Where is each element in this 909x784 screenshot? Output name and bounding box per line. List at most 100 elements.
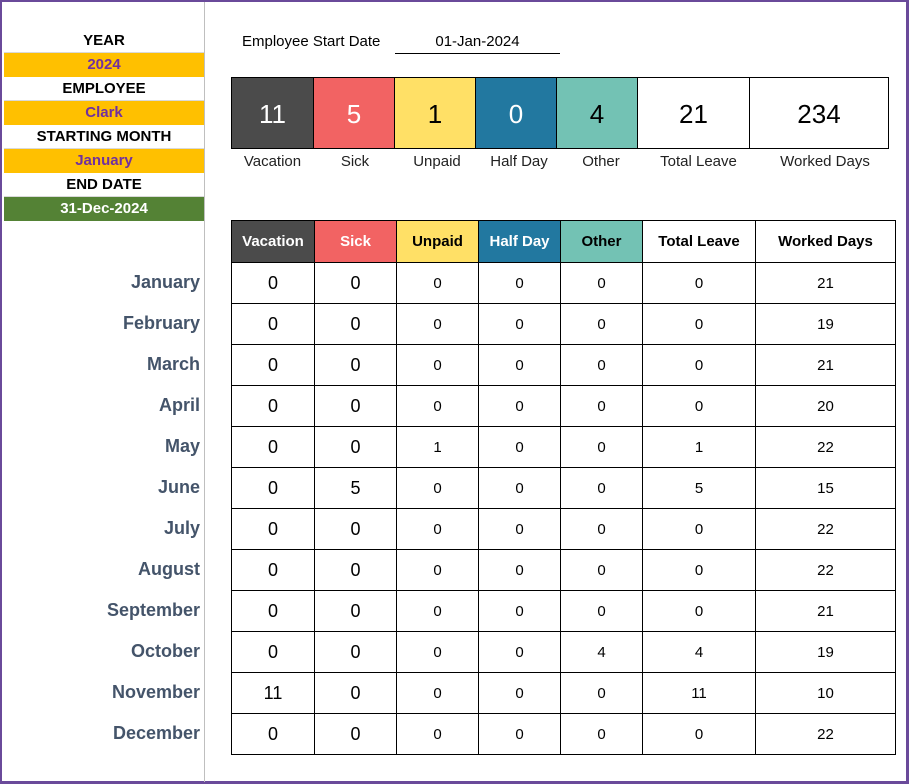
cell-worked-days: 10 xyxy=(755,672,896,714)
month-label: March xyxy=(146,354,200,374)
cell-total-leave: 1 xyxy=(642,426,756,468)
table-row: 0 0 0 0 0 0 21 xyxy=(231,344,896,386)
header-other: Other xyxy=(560,220,643,263)
cell-half-day: 0 xyxy=(478,631,561,673)
summary-half-day-label: Half Day xyxy=(490,153,548,170)
month-label: February xyxy=(122,313,200,333)
cell-other: 0 xyxy=(560,426,643,468)
cell-total-leave: 0 xyxy=(642,262,756,304)
cell-sick: 5 xyxy=(314,467,397,509)
left-panel: YEAR 2024 EMPLOYEE Clark STARTING MONTH … xyxy=(4,29,204,221)
monthly-leave-table: Vacation Sick Unpaid Half Day Other Tota… xyxy=(231,220,896,755)
cell-total-leave: 11 xyxy=(642,672,756,714)
cell-unpaid: 1 xyxy=(396,426,479,468)
cell-total-leave: 0 xyxy=(642,303,756,345)
cell-vacation: 0 xyxy=(231,426,315,468)
month-label: October xyxy=(130,641,200,661)
summary-panel: 11 5 1 0 4 21 234 Vacation Sick Unpaid H… xyxy=(231,77,895,173)
cell-half-day: 0 xyxy=(478,385,561,427)
cell-half-day: 0 xyxy=(478,508,561,550)
cell-vacation: 0 xyxy=(231,713,315,755)
cell-half-day: 0 xyxy=(478,467,561,509)
table-header-row: Vacation Sick Unpaid Half Day Other Tota… xyxy=(231,220,896,263)
table-row: 0 0 0 0 0 0 21 xyxy=(231,590,896,632)
cell-unpaid: 0 xyxy=(396,262,479,304)
cell-half-day: 0 xyxy=(478,713,561,755)
cell-half-day: 0 xyxy=(478,303,561,345)
end-date-value: 31-Dec-2024 xyxy=(4,197,204,221)
summary-vacation-label: Vacation xyxy=(243,153,302,170)
panel-divider xyxy=(204,2,205,782)
cell-vacation: 0 xyxy=(231,631,315,673)
cell-vacation: 0 xyxy=(231,590,315,632)
cell-unpaid: 0 xyxy=(396,590,479,632)
cell-total-leave: 5 xyxy=(642,467,756,509)
cell-other: 0 xyxy=(560,303,643,345)
cell-other: 0 xyxy=(560,467,643,509)
summary-half-day-value: 0 xyxy=(475,77,557,149)
cell-total-leave: 4 xyxy=(642,631,756,673)
cell-unpaid: 0 xyxy=(396,344,479,386)
table-row: 0 0 0 0 0 0 19 xyxy=(231,303,896,345)
cell-vacation: 0 xyxy=(231,508,315,550)
cell-worked-days: 21 xyxy=(755,262,896,304)
cell-sick: 0 xyxy=(314,549,397,591)
cell-worked-days: 21 xyxy=(755,344,896,386)
cell-worked-days: 20 xyxy=(755,385,896,427)
cell-total-leave: 0 xyxy=(642,549,756,591)
cell-worked-days: 22 xyxy=(755,508,896,550)
month-label: May xyxy=(164,436,200,456)
month-label: July xyxy=(163,518,200,538)
year-select[interactable]: 2024 xyxy=(4,53,204,77)
cell-worked-days: 22 xyxy=(755,713,896,755)
cell-total-leave: 0 xyxy=(642,344,756,386)
cell-other: 0 xyxy=(560,344,643,386)
cell-sick: 0 xyxy=(314,303,397,345)
cell-other: 0 xyxy=(560,262,643,304)
header-vacation: Vacation xyxy=(231,220,315,263)
cell-vacation: 0 xyxy=(231,549,315,591)
table-row: 11 0 0 0 0 11 10 xyxy=(231,672,896,714)
table-row: 0 0 0 0 0 0 22 xyxy=(231,549,896,591)
start-date-value[interactable]: 01-Jan-2024 xyxy=(395,30,560,54)
month-labels: January February March April May June Ju… xyxy=(4,262,200,754)
cell-unpaid: 0 xyxy=(396,549,479,591)
cell-vacation: 0 xyxy=(231,303,315,345)
month-label: April xyxy=(158,395,200,415)
cell-unpaid: 0 xyxy=(396,713,479,755)
cell-sick: 0 xyxy=(314,426,397,468)
cell-total-leave: 0 xyxy=(642,385,756,427)
summary-other-label: Other xyxy=(582,153,620,170)
table-row: 0 0 0 0 0 0 20 xyxy=(231,385,896,427)
summary-unpaid-label: Unpaid xyxy=(413,153,461,170)
summary-total-leave-label: Total Leave xyxy=(660,153,737,170)
end-date-label: END DATE xyxy=(4,173,204,197)
table-row: 0 0 1 0 0 1 22 xyxy=(231,426,896,468)
starting-month-select[interactable]: January xyxy=(4,149,204,173)
cell-worked-days: 19 xyxy=(755,303,896,345)
table-row: 0 0 0 0 4 4 19 xyxy=(231,631,896,673)
starting-month-label: STARTING MONTH xyxy=(4,125,204,149)
year-label: YEAR xyxy=(4,29,204,53)
cell-other: 0 xyxy=(560,713,643,755)
cell-worked-days: 22 xyxy=(755,549,896,591)
summary-vacation-value: 11 xyxy=(231,77,314,149)
summary-sick-label: Sick xyxy=(340,153,370,170)
employee-select[interactable]: Clark xyxy=(4,101,204,125)
cell-sick: 0 xyxy=(314,590,397,632)
cell-vacation: 0 xyxy=(231,344,315,386)
cell-vacation: 0 xyxy=(231,262,315,304)
cell-half-day: 0 xyxy=(478,672,561,714)
header-half-day: Half Day xyxy=(478,220,561,263)
header-total-leave: Total Leave xyxy=(642,220,756,263)
cell-worked-days: 19 xyxy=(755,631,896,673)
header-sick: Sick xyxy=(314,220,397,263)
header-worked-days: Worked Days xyxy=(755,220,896,263)
cell-sick: 0 xyxy=(314,385,397,427)
table-row: 0 5 0 0 0 5 15 xyxy=(231,467,896,509)
table-row: 0 0 0 0 0 0 22 xyxy=(231,508,896,550)
cell-half-day: 0 xyxy=(478,426,561,468)
cell-other: 0 xyxy=(560,672,643,714)
cell-other: 0 xyxy=(560,508,643,550)
month-label: November xyxy=(111,682,200,702)
